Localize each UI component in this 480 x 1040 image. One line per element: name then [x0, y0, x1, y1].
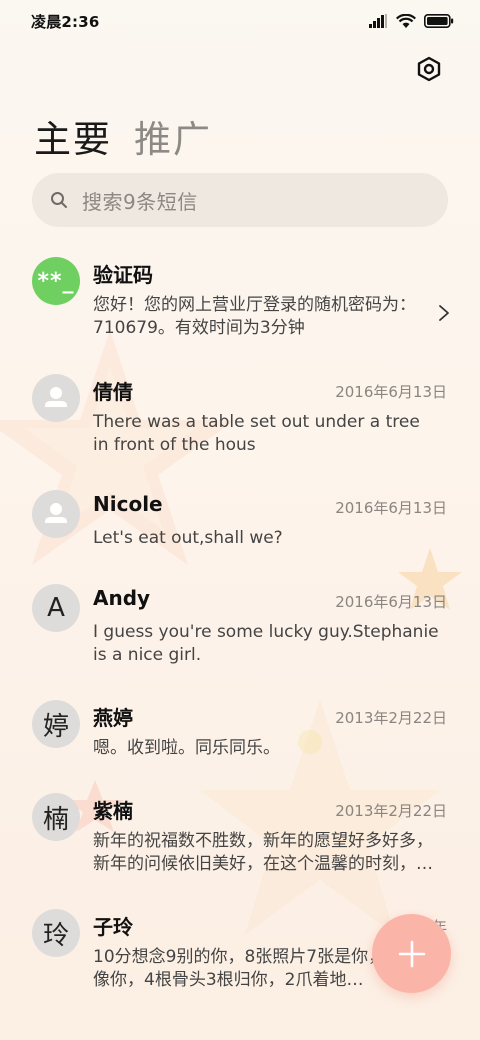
message-preview: 您好！您的网上营业厅登录的随机密码为：710679。有效时间为3分钟 — [93, 295, 416, 338]
list-item[interactable]: 倩倩 2016年6月13日 There was a table set out … — [0, 371, 480, 475]
sender-name: 紫楠 — [93, 799, 133, 823]
avatar: 婷 — [32, 700, 80, 748]
search-icon — [51, 192, 67, 208]
chevron-right-icon — [439, 305, 449, 321]
status-time: 凌晨2:36 — [31, 12, 100, 31]
list-item[interactable]: A Andy 2016年6月13日 I guess you're some lu… — [0, 581, 480, 685]
compose-button[interactable] — [372, 914, 451, 993]
search-placeholder: 搜索9条短信 — [82, 189, 198, 214]
sender-name: 子玲 — [93, 915, 133, 939]
avatar: A — [32, 584, 80, 632]
avatar — [32, 374, 80, 422]
message-preview: Let's eat out,shall we? — [93, 528, 283, 548]
sender-name: 验证码 — [93, 263, 153, 287]
list-item[interactable]: 婷 燕婷 2013年2月22日 嗯。收到啦。同乐同乐。 — [0, 697, 480, 777]
sender-name: Nicole — [93, 492, 163, 516]
message-preview: 新年的祝福数不胜数，新年的愿望好多好多，新年的问候依旧美好，在这个温馨的时刻，… — [93, 831, 433, 874]
tab-bar: 主要 推广 — [0, 97, 480, 173]
plus-icon — [398, 940, 425, 967]
message-preview: There was a table set out under a tree i… — [93, 412, 420, 455]
message-preview: 嗯。收到啦。同乐同乐。 — [93, 738, 280, 758]
search-input[interactable]: 搜索9条短信 — [32, 173, 448, 227]
person-icon — [45, 503, 67, 523]
signal-icon — [369, 14, 387, 28]
tab-primary[interactable]: 主要 — [34, 109, 112, 163]
avatar — [32, 490, 80, 538]
list-item[interactable]: 楠 紫楠 2013年2月22日 新年的祝福数不胜数，新年的愿望好多好多，新年的问… — [0, 790, 480, 894]
list-item[interactable]: **_ 验证码 您好！您的网上营业厅登录的随机密码为：710679。有效时间为3… — [0, 255, 480, 359]
avatar: 楠 — [32, 793, 80, 841]
wifi-icon — [396, 13, 416, 28]
sender-name: Andy — [93, 586, 151, 610]
message-date: 2016年6月13日 — [335, 383, 447, 401]
settings-button[interactable] — [416, 56, 442, 82]
settings-hex-icon — [417, 56, 441, 82]
message-date: 2013年2月22日 — [335, 802, 447, 820]
battery-icon — [424, 14, 454, 28]
list-item[interactable]: Nicole 2016年6月13日 Let's eat out,shall we… — [0, 487, 480, 567]
sender-name: 燕婷 — [93, 706, 133, 730]
message-date: 2016年6月13日 — [335, 593, 447, 611]
avatar: 玲 — [32, 909, 80, 957]
status-bar: 凌晨2:36 — [0, 0, 480, 42]
status-icons — [369, 13, 454, 29]
message-date: 2016年6月13日 — [335, 499, 447, 517]
tab-promotions[interactable]: 推广 — [134, 109, 212, 163]
message-date: 2013年2月22日 — [335, 709, 447, 727]
message-preview: I guess you're some lucky guy.Stephanie … — [93, 622, 439, 665]
person-icon — [45, 387, 67, 407]
sender-name: 倩倩 — [93, 380, 133, 404]
avatar: **_ — [32, 257, 80, 305]
